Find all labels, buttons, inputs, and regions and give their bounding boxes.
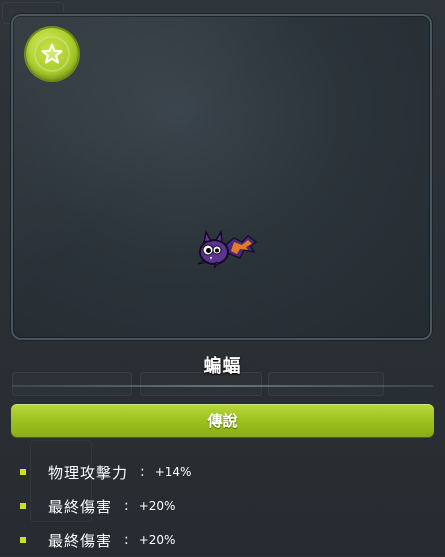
stat-value: +20% xyxy=(138,533,176,547)
item-tooltip-panel: 蝙蝠 傳說 物理攻擊力 : +14% 最終傷害 : +20% 最終傷害 : +2… xyxy=(0,0,445,556)
star-badge-inner xyxy=(34,36,70,72)
item-preview-window xyxy=(11,14,432,340)
stat-list: 物理攻擊力 : +14% 最終傷害 : +20% 最終傷害 : +20% xyxy=(18,455,428,557)
stat-row: 最終傷害 : +20% xyxy=(18,489,428,523)
bat-sprite xyxy=(197,229,258,269)
divider xyxy=(12,385,433,387)
bullet-icon xyxy=(20,469,26,475)
bullet-icon xyxy=(20,503,26,509)
stat-name: 最終傷害 xyxy=(48,497,113,516)
grade-label: 傳說 xyxy=(207,412,238,430)
stat-separator: : xyxy=(124,498,129,514)
stat-value: +14% xyxy=(154,465,192,479)
grade-banner: 傳說 xyxy=(11,404,434,437)
bullet-icon xyxy=(20,537,26,543)
stat-row: 物理攻擊力 : +14% xyxy=(18,455,428,489)
stat-separator: : xyxy=(124,532,129,548)
stat-row: 最終傷害 : +20% xyxy=(18,523,428,557)
stat-name: 物理攻擊力 xyxy=(48,463,129,482)
star-icon xyxy=(26,28,78,80)
stat-name: 最終傷害 xyxy=(48,531,113,550)
star-glyph xyxy=(41,43,63,64)
stat-separator: : xyxy=(140,464,145,480)
item-name: 蝙蝠 xyxy=(203,356,242,377)
stat-value: +20% xyxy=(138,499,176,513)
